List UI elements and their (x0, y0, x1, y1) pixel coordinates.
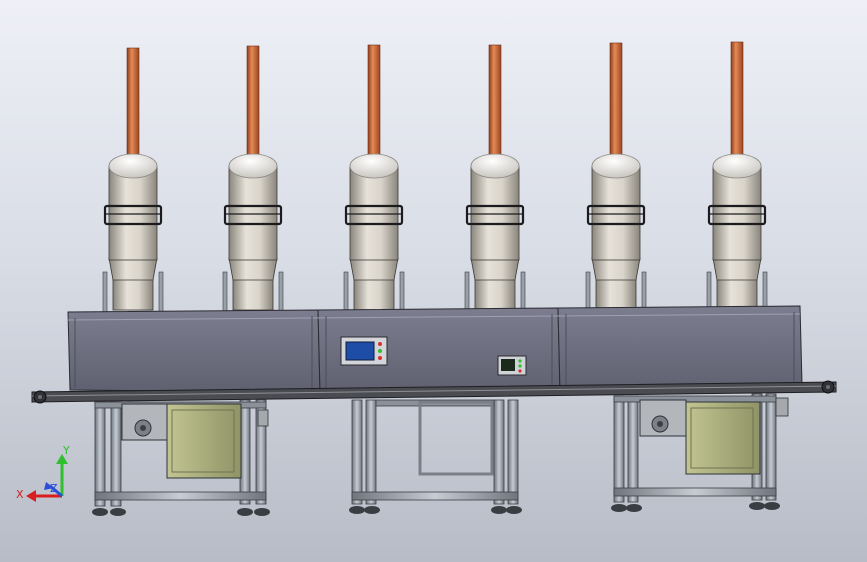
leveling-foot-icon (349, 506, 365, 514)
canister-body[interactable] (591, 165, 641, 261)
x-axis-label: X (16, 488, 24, 501)
rod (367, 44, 381, 166)
leveling-foot-icon (626, 504, 642, 512)
indicator-light-icon (518, 359, 522, 363)
rod (488, 44, 502, 166)
mount-post (222, 271, 228, 313)
canister-dome (108, 153, 158, 179)
rod (609, 42, 623, 164)
support-frame-left[interactable] (92, 399, 270, 516)
cad-viewport[interactable]: Y X Z (0, 0, 867, 562)
canister-dome (228, 153, 278, 179)
canister-dome (591, 153, 641, 179)
canister-base (232, 277, 274, 311)
leveling-foot-icon (764, 502, 780, 510)
electrical-box[interactable] (166, 403, 242, 479)
stations-group (102, 41, 768, 313)
canister-neck (591, 257, 641, 281)
canister-body[interactable] (228, 165, 278, 261)
canister-body[interactable] (349, 165, 399, 261)
canister-neck (108, 257, 158, 281)
hmi-button-icon[interactable] (378, 356, 382, 360)
canister-body[interactable] (712, 165, 762, 261)
cabinet-housing[interactable] (67, 305, 803, 393)
indicator-light-icon (518, 364, 522, 368)
indicator-light-icon (518, 369, 522, 373)
canister-dome (712, 153, 762, 179)
canister-base (595, 277, 637, 311)
mount-post (399, 271, 405, 313)
canister-neck (712, 257, 762, 281)
canister-base (474, 277, 516, 311)
canister-dome (349, 153, 399, 179)
hmi-button-icon[interactable] (378, 342, 382, 346)
station-3[interactable] (343, 44, 405, 313)
canister-neck (349, 257, 399, 281)
y-axis-label: Y (62, 444, 70, 457)
support-frame-middle[interactable] (349, 399, 522, 514)
mount-post (464, 271, 470, 313)
leveling-foot-icon (491, 506, 507, 514)
rod (126, 47, 140, 169)
mount-post (278, 271, 284, 313)
leveling-foot-icon (254, 508, 270, 516)
rod (246, 45, 260, 167)
controller-panel[interactable] (497, 355, 527, 376)
hmi-button-icon[interactable] (378, 349, 382, 353)
hmi-screen[interactable] (345, 341, 375, 361)
mount-post (585, 271, 591, 313)
support-frame-right[interactable] (611, 393, 789, 512)
leveling-foot-icon (364, 506, 380, 514)
canister-base (112, 277, 154, 311)
mount-post (102, 271, 108, 313)
mount-post (158, 271, 164, 313)
mount-post (520, 271, 526, 313)
canister-dome (470, 153, 520, 179)
canister-body[interactable] (108, 165, 158, 261)
leveling-foot-icon (749, 502, 765, 510)
canister-base (716, 277, 758, 311)
canister-base (353, 277, 395, 311)
mount-post (706, 271, 712, 313)
leveling-foot-icon (237, 508, 253, 516)
rod (730, 41, 744, 163)
leveling-foot-icon (110, 508, 126, 516)
station-6[interactable] (706, 41, 768, 313)
canister-neck (228, 257, 278, 281)
z-axis-label: Z (50, 482, 58, 495)
canister-neck (470, 257, 520, 281)
coordinate-triad[interactable]: Y X Z (16, 444, 70, 502)
mount-post (641, 271, 647, 313)
mount-post (343, 271, 349, 313)
station-5[interactable] (585, 42, 647, 313)
canister-body[interactable] (470, 165, 520, 261)
station-1[interactable] (102, 47, 164, 313)
leveling-foot-icon (611, 504, 627, 512)
station-2[interactable] (222, 45, 284, 313)
electrical-box[interactable] (685, 401, 761, 475)
leveling-foot-icon (92, 508, 108, 516)
controller-display (501, 359, 515, 371)
station-4[interactable] (464, 44, 526, 313)
leveling-foot-icon (506, 506, 522, 514)
hmi-panel[interactable] (340, 336, 388, 366)
